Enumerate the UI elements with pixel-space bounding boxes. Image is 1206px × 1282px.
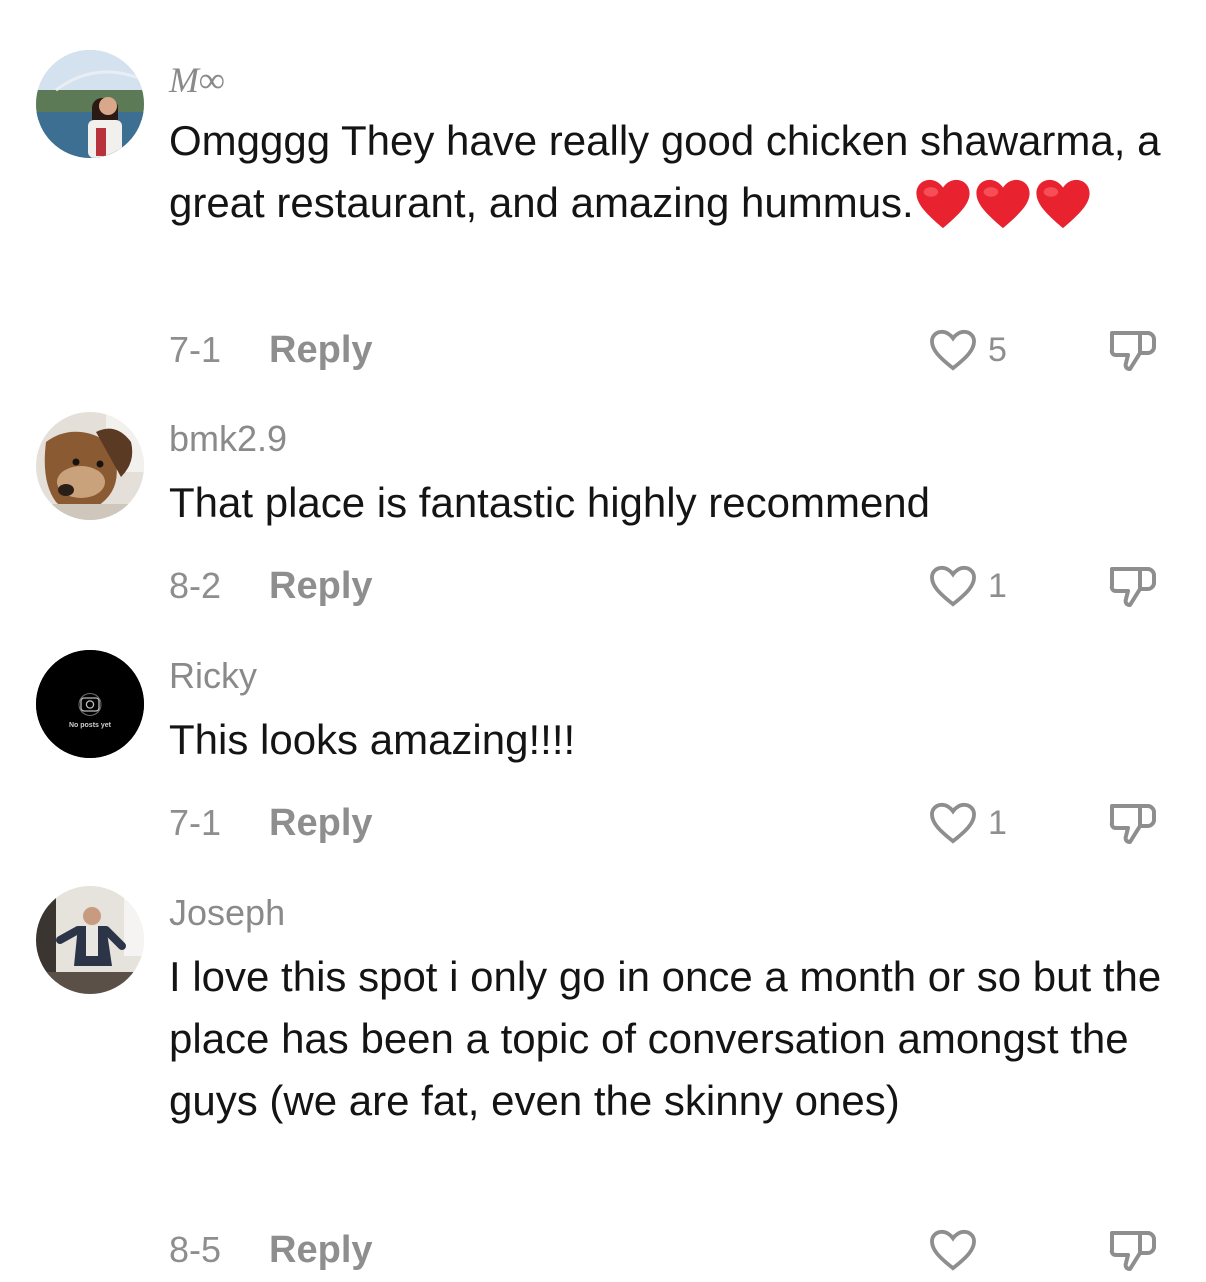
reply-button[interactable]: Reply: [269, 567, 372, 605]
like-button[interactable]: 5: [928, 327, 1007, 373]
comment-date: 8-2: [169, 565, 222, 606]
dislike-button[interactable]: [1106, 800, 1162, 846]
reply-button[interactable]: Reply: [269, 1231, 372, 1269]
like-count: 1: [988, 804, 1007, 842]
red-heart-icon: [976, 179, 1030, 228]
dislike-button[interactable]: [1106, 1227, 1162, 1273]
comment-meta: 7-1 Reply: [169, 800, 373, 846]
heart-outline-icon: [930, 565, 976, 607]
comment-meta: 7-1 Reply: [169, 327, 373, 373]
avatar[interactable]: [36, 412, 144, 520]
avatar[interactable]: [36, 886, 144, 994]
man-dancing-photo-icon: [36, 886, 144, 994]
thumbs-down-icon: [1109, 804, 1156, 844]
comment-date: 8-5: [169, 1229, 222, 1270]
heart-outline-icon: [930, 1229, 976, 1271]
thumbs-down-icon: [1109, 1231, 1156, 1271]
reply-button[interactable]: Reply: [269, 331, 372, 369]
comment-meta: 8-5 Reply: [169, 1227, 373, 1273]
like-count: 5: [988, 331, 1007, 369]
thumbs-down-icon: [1109, 567, 1156, 607]
comment-date: 7-1: [169, 802, 222, 843]
red-heart-icon: [1036, 179, 1090, 228]
comment-text: I love this spot i only go in once a mon…: [169, 953, 1162, 1124]
red-heart-icon: [916, 179, 970, 228]
no-posts-caption: No posts yet: [68, 722, 111, 729]
comment-meta: 8-2 Reply: [169, 563, 373, 609]
username[interactable]: M∞: [169, 62, 225, 98]
comment-text: This looks amazing!!!!: [169, 716, 576, 763]
like-button[interactable]: 1: [928, 563, 1007, 609]
comment-text: That place is fantastic highly recommend: [169, 479, 931, 526]
comment-text: Omgggg They have really good chicken sha…: [169, 110, 1169, 234]
avatar[interactable]: No posts yet: [36, 650, 144, 758]
username[interactable]: Joseph: [169, 895, 285, 931]
dog-photo-icon: [36, 412, 144, 520]
camera-icon: [36, 650, 144, 758]
dislike-button[interactable]: [1106, 563, 1162, 609]
comment-date: 7-1: [169, 329, 222, 370]
like-count: 1: [988, 567, 1007, 605]
heart-emoji-group: [914, 170, 1094, 232]
dislike-button[interactable]: [1106, 327, 1162, 373]
thumbs-down-icon: [1109, 331, 1156, 371]
lake-bridge-photo-icon: [36, 50, 144, 158]
username[interactable]: Ricky: [169, 658, 257, 694]
heart-outline-icon: [930, 329, 976, 371]
username[interactable]: bmk2.9: [169, 421, 287, 457]
like-button[interactable]: 1: [928, 800, 1007, 846]
avatar[interactable]: [36, 50, 144, 158]
heart-outline-icon: [930, 802, 976, 844]
like-button[interactable]: [928, 1227, 988, 1273]
reply-button[interactable]: Reply: [269, 804, 372, 842]
